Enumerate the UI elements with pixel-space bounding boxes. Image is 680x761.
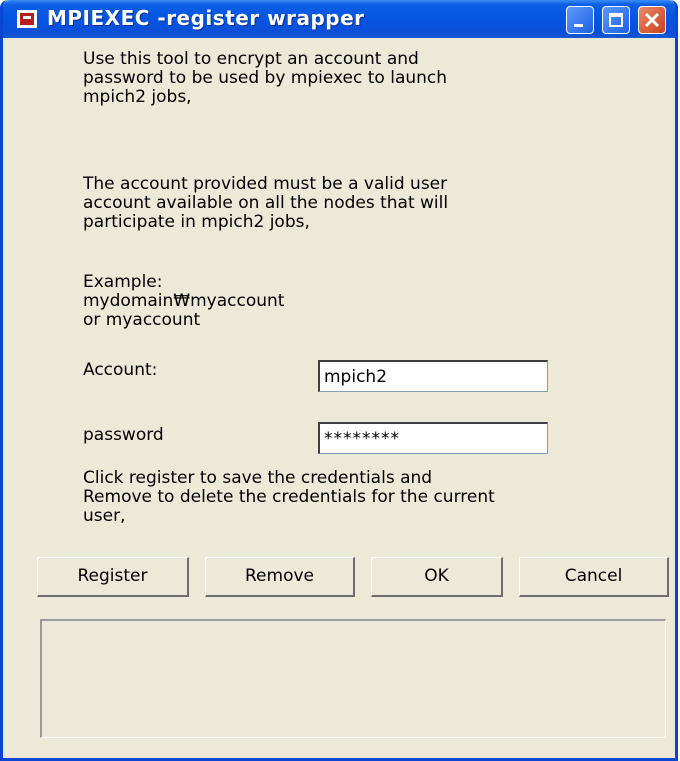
account-requirement-text: The account provided must be a valid use… bbox=[83, 174, 449, 232]
password-input[interactable] bbox=[318, 422, 548, 454]
maximize-icon bbox=[609, 13, 623, 27]
close-icon bbox=[644, 12, 660, 28]
ok-button[interactable]: OK bbox=[371, 557, 503, 597]
account-label: Account: bbox=[83, 360, 158, 380]
title-bar[interactable]: MPIEXEC -register wrapper bbox=[3, 0, 675, 38]
instructions-text: Click register to save the credentials a… bbox=[83, 468, 495, 526]
minimize-icon bbox=[574, 24, 583, 27]
intro-text: Use this tool to encrypt an account and … bbox=[83, 49, 448, 107]
account-input[interactable] bbox=[318, 360, 548, 392]
register-wrapper-window: MPIEXEC -register wrapper Use this tool … bbox=[0, 0, 678, 761]
minimize-button[interactable] bbox=[566, 6, 594, 34]
example-text: Example: mydomain₩myaccount or myaccount bbox=[83, 272, 285, 330]
remove-button[interactable]: Remove bbox=[205, 557, 355, 597]
output-box[interactable] bbox=[40, 619, 666, 738]
app-window-icon[interactable] bbox=[17, 10, 37, 28]
password-label: password bbox=[83, 425, 164, 445]
cancel-button[interactable]: Cancel bbox=[519, 557, 669, 597]
window-title: MPIEXEC -register wrapper bbox=[47, 6, 365, 30]
register-button[interactable]: Register bbox=[37, 557, 189, 597]
maximize-button[interactable] bbox=[602, 6, 630, 34]
close-button[interactable] bbox=[638, 6, 666, 34]
